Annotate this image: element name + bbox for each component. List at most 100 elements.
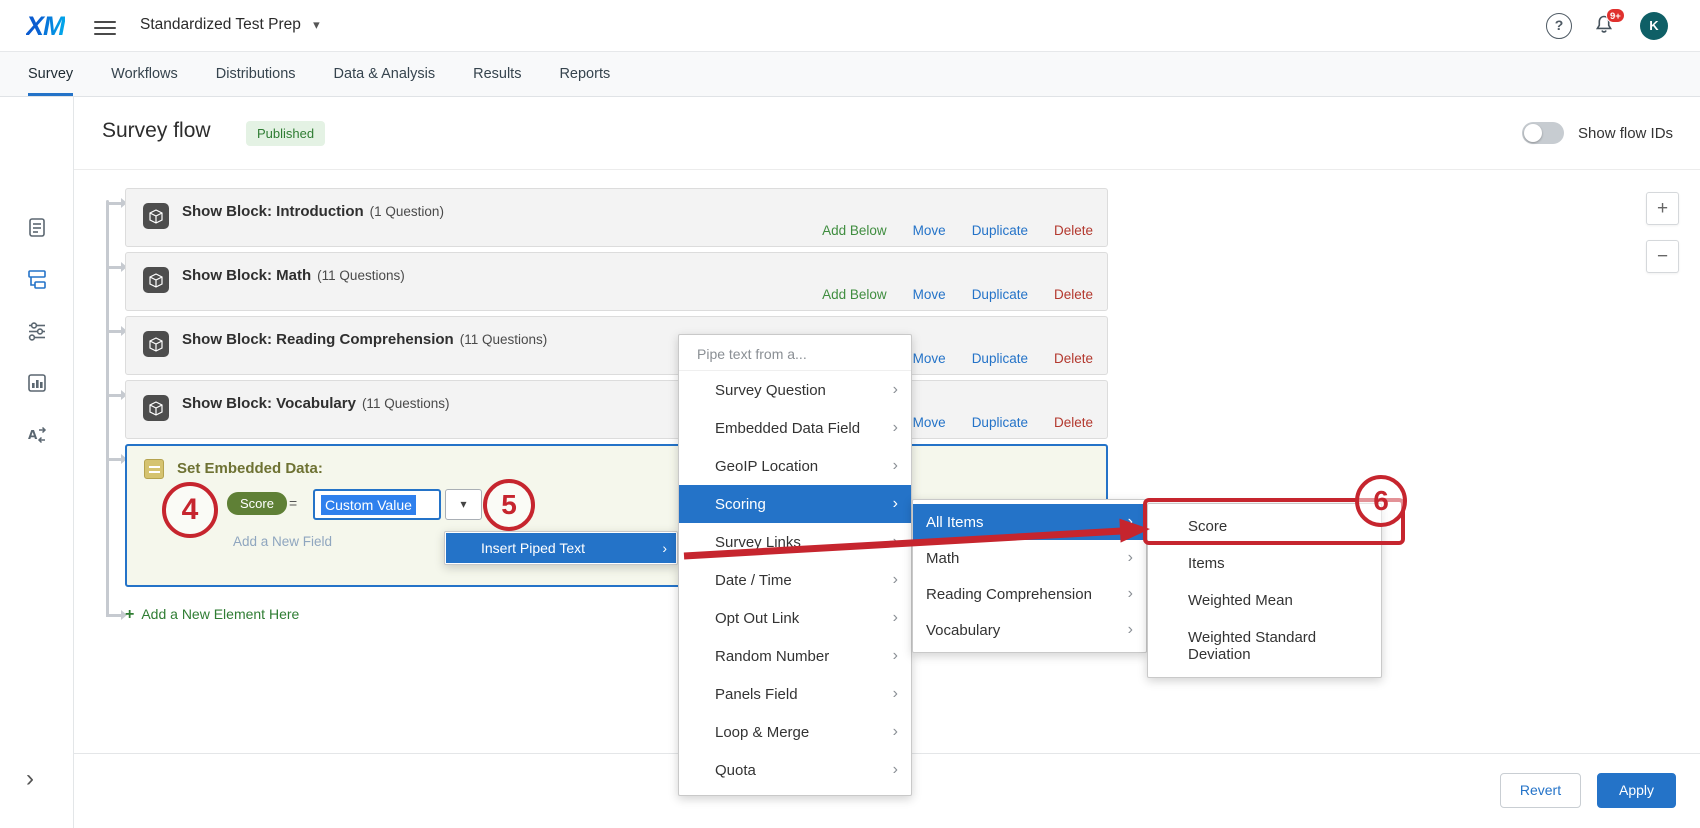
menu-item-scoring[interactable]: Scoring› [679,485,911,523]
block-title-text: Show Block: Vocabulary [182,395,356,412]
duplicate-link[interactable]: Duplicate [972,287,1028,302]
menu-item-reading-comprehension[interactable]: Reading Comprehension› [913,576,1146,612]
menu-item-loop-merge[interactable]: Loop & Merge› [679,713,911,751]
flow-connector-arrow [106,330,121,333]
value-dropdown-button[interactable]: ▾ [445,489,482,520]
menu-item-panels-field[interactable]: Panels Field› [679,675,911,713]
duplicate-link[interactable]: Duplicate [972,351,1028,366]
add-new-field-link[interactable]: Add a New Field [233,534,332,549]
tab-reports[interactable]: Reports [559,52,610,96]
revert-button[interactable]: Revert [1500,773,1581,808]
menu-item-survey-links[interactable]: Survey Links› [679,523,911,561]
user-avatar[interactable]: K [1640,12,1668,40]
delete-link[interactable]: Delete [1054,287,1093,302]
embedded-field-pill[interactable]: Score [227,492,287,515]
menu-item-label: Items [1188,555,1225,572]
menu-item-geoip-location[interactable]: GeoIP Location› [679,447,911,485]
menu-item-weighted-mean[interactable]: Weighted Mean [1148,582,1381,619]
duplicate-link[interactable]: Duplicate [972,415,1028,430]
page-header: Survey flow Published Show flow IDs [74,97,1700,170]
notifications-bell-icon[interactable]: 9+ [1592,13,1618,39]
move-link[interactable]: Move [913,223,946,238]
menu-item-label: Opt Out Link [715,610,799,627]
move-link[interactable]: Move [913,351,946,366]
menu-item-label: Date / Time [715,572,792,589]
chevron-right-icon: › [893,647,898,665]
menu-item-items[interactable]: Items [1148,545,1381,582]
move-link[interactable]: Move [913,287,946,302]
help-icon[interactable]: ? [1546,13,1572,39]
qualtrics-survey-flow-page: XM Standardized Test Prep ▾ ? 9+ K Surve… [0,0,1700,828]
survey-options-icon [25,319,49,343]
xm-logo[interactable]: XM [26,11,65,42]
block-title: Show Block: Introduction(1 Question) [182,203,444,220]
hamburger-menu-icon[interactable] [94,17,116,35]
block-title-text: Show Block: Math [182,267,311,284]
delete-link[interactable]: Delete [1054,415,1093,430]
add-below-link[interactable]: Add Below [822,223,887,238]
sidebar-item-quotas[interactable] [19,365,55,401]
embedded-value-input[interactable]: Custom Value [313,489,441,520]
survey-name-label: Standardized Test Prep [140,16,301,33]
duplicate-link[interactable]: Duplicate [972,223,1028,238]
quotas-icon [25,371,49,395]
chevron-right-icon: › [662,540,667,556]
svg-text:A: A [28,428,38,442]
value-dropdown-menu: Insert Piped Text › [444,531,678,565]
block-title: Show Block: Math(11 Questions) [182,267,405,284]
add-below-link[interactable]: Add Below [822,287,887,302]
show-flow-ids-toggle[interactable] [1522,122,1564,144]
add-new-element-link[interactable]: +Add a New Element Here [125,606,299,624]
menu-item-vocabulary[interactable]: Vocabulary› [913,612,1146,648]
chevron-right-icon: › [893,609,898,627]
chevron-right-icon: › [893,495,898,513]
menu-item-random-number[interactable]: Random Number› [679,637,911,675]
tab-workflows[interactable]: Workflows [111,52,178,96]
sidebar-item-survey-flow[interactable] [19,261,55,297]
tab-data-analysis[interactable]: Data & Analysis [334,52,436,96]
block-cube-icon [143,203,169,229]
chevron-right-icon: › [893,381,898,399]
menu-item-score[interactable]: Score [1148,508,1381,545]
tab-results[interactable]: Results [473,52,521,96]
survey-sidebar: A › [0,97,74,828]
delete-link[interactable]: Delete [1054,351,1093,366]
sidebar-item-builder[interactable] [19,209,55,245]
menu-item-embedded-data-field[interactable]: Embedded Data Field› [679,409,911,447]
zoom-in-button[interactable]: + [1646,192,1679,225]
menu-item-date-time[interactable]: Date / Time› [679,561,911,599]
chevron-right-icon: › [893,723,898,741]
sidebar-item-survey-options[interactable] [19,313,55,349]
menu-item-survey-question[interactable]: Survey Question› [679,371,911,409]
menu-item-label: All Items [926,514,984,531]
zoom-out-button[interactable]: − [1646,240,1679,273]
embedded-data-title: Set Embedded Data: [177,460,323,477]
notification-count-badge: 9+ [1606,8,1625,23]
translations-icon: A [25,423,49,447]
tab-survey[interactable]: Survey [28,52,73,96]
block-cube-icon [143,395,169,421]
survey-name-selector[interactable]: Standardized Test Prep ▾ [140,16,320,34]
move-link[interactable]: Move [913,415,946,430]
menu-item-all-items[interactable]: All Items› [913,504,1146,540]
block-cube-icon [143,331,169,357]
menu-item-math[interactable]: Math› [913,540,1146,576]
menu-item-label: Math [926,550,959,567]
apply-button[interactable]: Apply [1597,773,1676,808]
flow-block-reading-comprehension: Show Block: Reading Comprehension(11 Que… [125,316,1108,375]
scoring-submenu: All Items› Math› Reading Comprehension› … [912,499,1147,653]
menu-item-weighted-standard-deviation[interactable]: Weighted Standard Deviation [1148,619,1381,673]
sidebar-item-translations[interactable]: A [19,417,55,453]
menu-item-opt-out-link[interactable]: Opt Out Link › [679,599,911,637]
block-title-text: Show Block: Reading Comprehension [182,331,454,348]
menu-item-label: Survey Links [715,534,801,551]
tab-distributions[interactable]: Distributions [216,52,296,96]
insert-piped-text-item[interactable]: Insert Piped Text › [446,533,676,563]
toggle-knob [1524,124,1542,142]
sidebar-expand-chevron[interactable]: › [26,769,34,789]
embedded-data-icon [144,459,164,479]
menu-item-quota[interactable]: Quota› [679,751,911,789]
menu-item-label: Embedded Data Field [715,420,860,437]
delete-link[interactable]: Delete [1054,223,1093,238]
block-actions: Add Below Move Duplicate Delete [822,287,1093,302]
